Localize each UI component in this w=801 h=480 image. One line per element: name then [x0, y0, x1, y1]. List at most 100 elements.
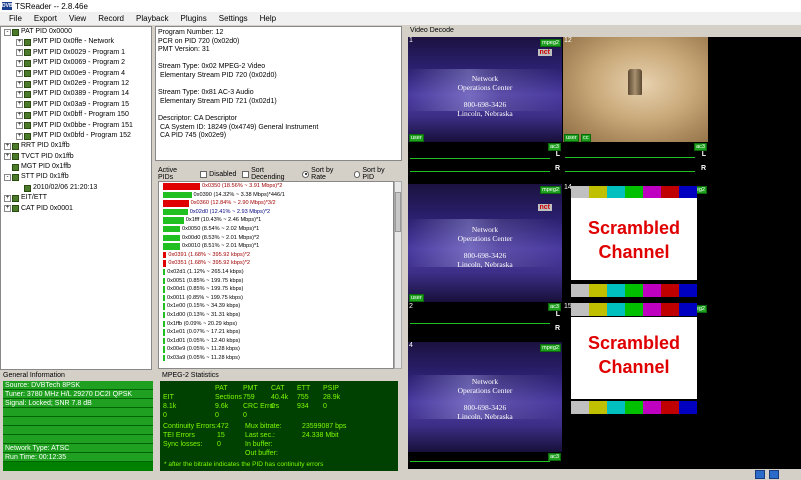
tree-item-label: PMT PID 0x0389 - Program 14 — [33, 90, 129, 98]
tree-item[interactable]: + PMT PID 0x02e9 - Program 12 — [1, 79, 151, 89]
pid-row[interactable]: 0x1e01 (0.07% ~ 17.21 kbps) — [159, 328, 393, 337]
tree-item[interactable]: + PMT PID 0x0bff - Program 150 — [1, 110, 151, 120]
tree-item[interactable]: + PMT PID 0x0bbe - Program 151 — [1, 121, 151, 131]
pid-row[interactable]: 0x1e00 (0.15% ~ 34.39 kbps) — [159, 302, 393, 311]
expand-icon[interactable]: + — [16, 111, 23, 119]
pid-row[interactable]: 0x1fff (10.43% ~ 2.46 Mbps)*1 — [159, 216, 393, 225]
sort-by-rate-radio[interactable]: Sort by Rate — [302, 167, 347, 181]
menu-export[interactable]: Export — [28, 14, 63, 23]
menu-help[interactable]: Help — [254, 14, 282, 23]
sync-label: Sync losses: — [163, 441, 203, 448]
sort-descending-checkbox[interactable]: Sort Decending — [242, 167, 296, 181]
tree-item[interactable]: + PMT PID 0x0ffe - Network — [1, 37, 151, 47]
sort-by-pid-radio[interactable]: Sort by PID — [353, 167, 396, 181]
radio-dot[interactable] — [302, 170, 310, 178]
pid-row[interactable]: 0x02d1 (1.12% ~ 265.14 kbps) — [159, 268, 393, 277]
pid-row[interactable]: 0x0050 (8.54% ~ 2.02 Mbps)*1 — [159, 225, 393, 234]
tree-item[interactable]: + CAT PID 0x0001 — [1, 204, 151, 214]
active-pid-list[interactable]: 0x0350 (18.56% ~ 3.91 Mbps)*2 0x0390 (14.… — [158, 181, 394, 369]
tile-number: 4 — [409, 342, 413, 349]
tree-item[interactable]: + PMT PID 0x0bfd - Program 152 — [1, 131, 151, 141]
tree-item-label: CAT PID 0x0001 — [21, 204, 73, 212]
video-tile-15[interactable]: 15 mpeg2 Scrambled Channel — [563, 303, 708, 421]
menu-record[interactable]: Record — [92, 14, 130, 23]
tree-item[interactable]: - STT PID 0x1ffb — [1, 172, 151, 182]
tree-item[interactable]: + EIT/ETT — [1, 193, 151, 203]
volume-icon[interactable] — [769, 469, 779, 479]
menu-view[interactable]: View — [63, 14, 92, 23]
tree-item[interactable]: + PMT PID 0x00e9 - Program 4 — [1, 69, 151, 79]
pid-row[interactable]: 0x0010 (8.51% ~ 2.01 Mbps)*1 — [159, 242, 393, 251]
pid-list-scrollbar[interactable] — [394, 181, 402, 369]
table-icon — [24, 70, 31, 78]
menu-playback[interactable]: Playback — [130, 14, 174, 23]
expand-icon[interactable]: + — [4, 153, 11, 161]
expand-icon[interactable]: + — [16, 49, 23, 57]
pid-row[interactable]: 0x1ffb (0.09% ~ 20.29 kbps) — [159, 320, 393, 329]
tree-item[interactable]: 2010/02/06 21:20:13 — [1, 183, 151, 193]
pid-row[interactable]: 0x02d0 (12.41% ~ 2.93 Mbps)*2 — [159, 208, 393, 217]
video-tile-14[interactable]: 14 mpeg2 Scrambled Channel — [563, 184, 708, 302]
tree-item[interactable]: + PMT PID 0x03a9 - Program 15 — [1, 100, 151, 110]
expand-icon[interactable]: + — [16, 91, 23, 99]
pid-row[interactable]: 0x00e9 (0.05% ~ 11.28 kbps) — [159, 345, 393, 354]
general-info-label: General Information — [3, 372, 65, 379]
disabled-checkbox[interactable]: Disabled — [200, 170, 236, 178]
ac3-tag: ac3 — [548, 303, 561, 311]
expand-icon[interactable]: + — [16, 80, 23, 88]
stats-cell: 40.4k — [271, 394, 289, 401]
checkbox-box[interactable] — [242, 170, 250, 178]
pid-row[interactable]: 0x0391 (1.68% ~ 395.92 kbps)*2 — [159, 251, 393, 260]
pid-row[interactable]: 0x03a9 (0.05% ~ 11.28 kbps) — [159, 354, 393, 363]
tree-item[interactable]: + PMT PID 0x0389 - Program 14 — [1, 89, 151, 99]
menu-plugins[interactable]: Plugins — [174, 14, 212, 23]
radio-dot[interactable] — [353, 170, 361, 178]
user-tag: user — [564, 134, 579, 142]
scrambled-line-2: Channel — [598, 357, 670, 377]
menu-settings[interactable]: Settings — [213, 14, 254, 23]
pid-row-text: 0x02d1 (1.12% ~ 265.14 kbps) — [167, 268, 244, 275]
menu-file[interactable]: File — [3, 14, 28, 23]
video-tile-12[interactable]: 12 user cc — [563, 37, 708, 142]
tree-item[interactable]: + PMT PID 0x0029 - Program 1 — [1, 48, 151, 58]
pid-row[interactable]: 0x00d1 (0.85% ~ 199.75 kbps) — [159, 285, 393, 294]
info-line — [158, 55, 399, 64]
tree-item[interactable]: + TVCT PID 0x1ffb — [1, 152, 151, 162]
stats-cell: 0 — [323, 403, 327, 410]
expand-icon[interactable]: + — [4, 194, 11, 202]
expand-icon[interactable]: + — [16, 39, 23, 47]
psi-tree[interactable]: - PAT PID 0x0000 + PMT PID 0x0ffe - Network… — [0, 26, 152, 370]
expand-icon[interactable]: + — [16, 122, 23, 130]
collapse-icon[interactable]: - — [4, 174, 11, 182]
audio-meter-12: ac3 L R — [563, 143, 708, 183]
expand-icon[interactable]: + — [16, 59, 23, 67]
pid-row[interactable]: 0x0360 (12.84% ~ 2.90 Mbps)*3/2 — [159, 199, 393, 208]
tree-item[interactable]: + PMT PID 0x0069 - Program 2 — [1, 58, 151, 68]
pid-row[interactable]: 0x0051 (0.85% ~ 199.75 kbps) — [159, 277, 393, 286]
expand-icon[interactable]: + — [16, 70, 23, 78]
pid-row[interactable]: 0x00d0 (8.53% ~ 2.01 Mbps)*2 — [159, 234, 393, 243]
tree-item[interactable]: MGT PID 0x1ffb — [1, 162, 151, 172]
pid-row[interactable]: 0x1d00 (0.13% ~ 31.31 kbps) — [159, 311, 393, 320]
collapse-icon[interactable]: - — [4, 28, 11, 36]
expand-icon[interactable]: + — [4, 205, 11, 213]
pid-rate-bar — [163, 346, 165, 353]
video-tile-4[interactable]: 4 mpeg2 Network Operations Center 800-698… — [408, 342, 562, 452]
network-icon[interactable] — [755, 469, 765, 479]
tree-item-label: MGT PID 0x1ffb — [21, 163, 71, 171]
pid-row[interactable]: 0x1d01 (0.05% ~ 12.40 kbps) — [159, 337, 393, 346]
scroll-thumb[interactable] — [395, 192, 401, 232]
expand-icon[interactable]: + — [16, 132, 23, 140]
checkbox-box[interactable] — [200, 170, 208, 178]
pid-row[interactable]: 0x0351 (1.68% ~ 395.92 kbps)*2 — [159, 259, 393, 268]
tree-item[interactable]: - PAT PID 0x0000 — [1, 27, 151, 37]
pid-row[interactable]: 0x0350 (18.56% ~ 3.91 Mbps)*2 — [159, 182, 393, 191]
video-tile-1[interactable]: 1 mpeg2 nct Network Operations Center 800… — [408, 37, 562, 142]
pid-row[interactable]: 0x0390 (14.32% ~ 3.38 Mbps)*446/1 — [159, 191, 393, 200]
tree-item[interactable]: + RRT PID 0x1ffb — [1, 141, 151, 151]
expand-icon[interactable]: + — [4, 142, 11, 150]
pid-row[interactable]: 0x0011 (0.85% ~ 199.75 kbps) — [159, 294, 393, 303]
expand-icon[interactable]: + — [16, 101, 23, 109]
video-tile-2[interactable]: mpeg2 nct Network Operations Center 800-6… — [408, 184, 562, 302]
video-decode-pane: 1 mpeg2 nct Network Operations Center 800… — [408, 37, 801, 469]
